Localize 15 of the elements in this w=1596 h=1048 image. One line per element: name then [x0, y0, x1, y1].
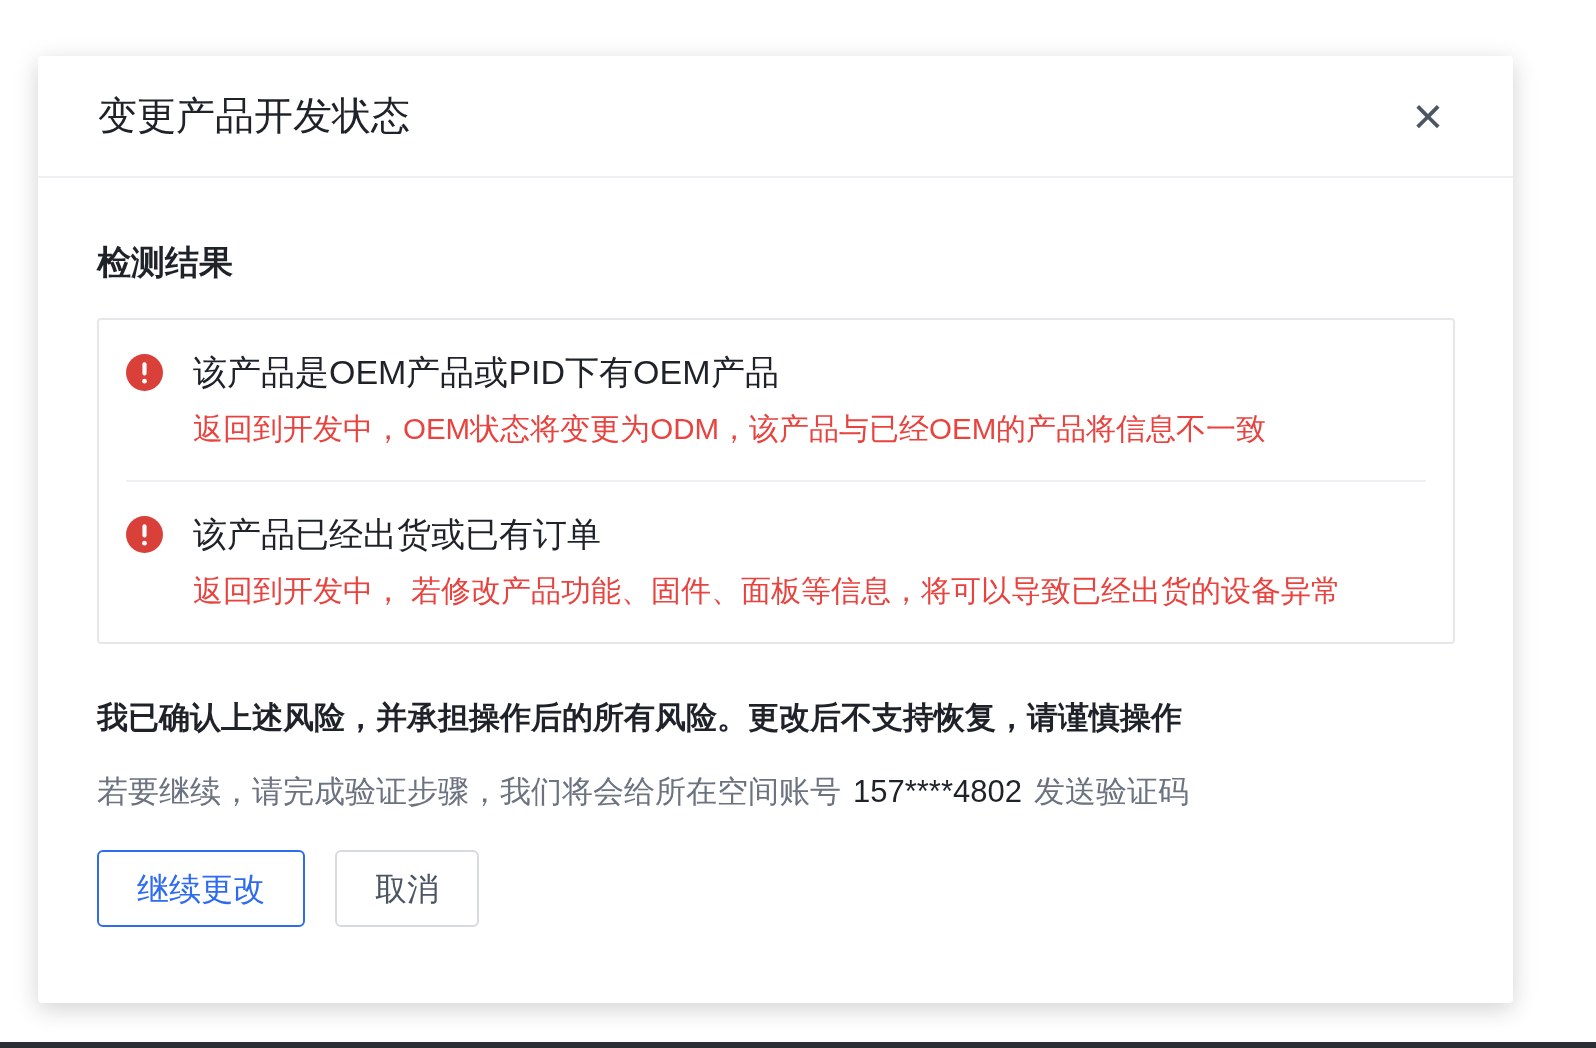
cancel-button[interactable]: 取消 — [335, 850, 479, 927]
account-number: 157****4802 — [853, 773, 1022, 811]
verification-text: 若要继续，请完成验证步骤，我们将会给所在空间账号 — [97, 773, 841, 811]
warning-icon — [126, 516, 163, 553]
section-title: 检测结果 — [97, 242, 234, 283]
result-detail: 返回到开发中， 若修改产品功能、固件、面板等信息，将可以导致已经出货的设备异常 — [193, 573, 1342, 609]
close-button[interactable]: × — [1412, 90, 1443, 142]
warning-icon — [126, 354, 163, 391]
continue-button[interactable]: 继续更改 — [97, 850, 305, 927]
confirmation-text: 我已确认上述风险，并承担操作后的所有风险。更改后不支持恢复，请谨慎操作 — [97, 699, 1183, 737]
result-title: 该产品已经出货或已有订单 — [193, 514, 602, 555]
result-title: 该产品是OEM产品或PID下有OEM产品 — [193, 352, 780, 393]
dialog-title: 变更产品开发状态 — [98, 92, 410, 139]
verification-text: 发送验证码 — [1033, 773, 1189, 811]
result-detail: 返回到开发中，OEM状态将变更为ODM，该产品与已经OEM的产品将信息不一致 — [193, 411, 1267, 447]
